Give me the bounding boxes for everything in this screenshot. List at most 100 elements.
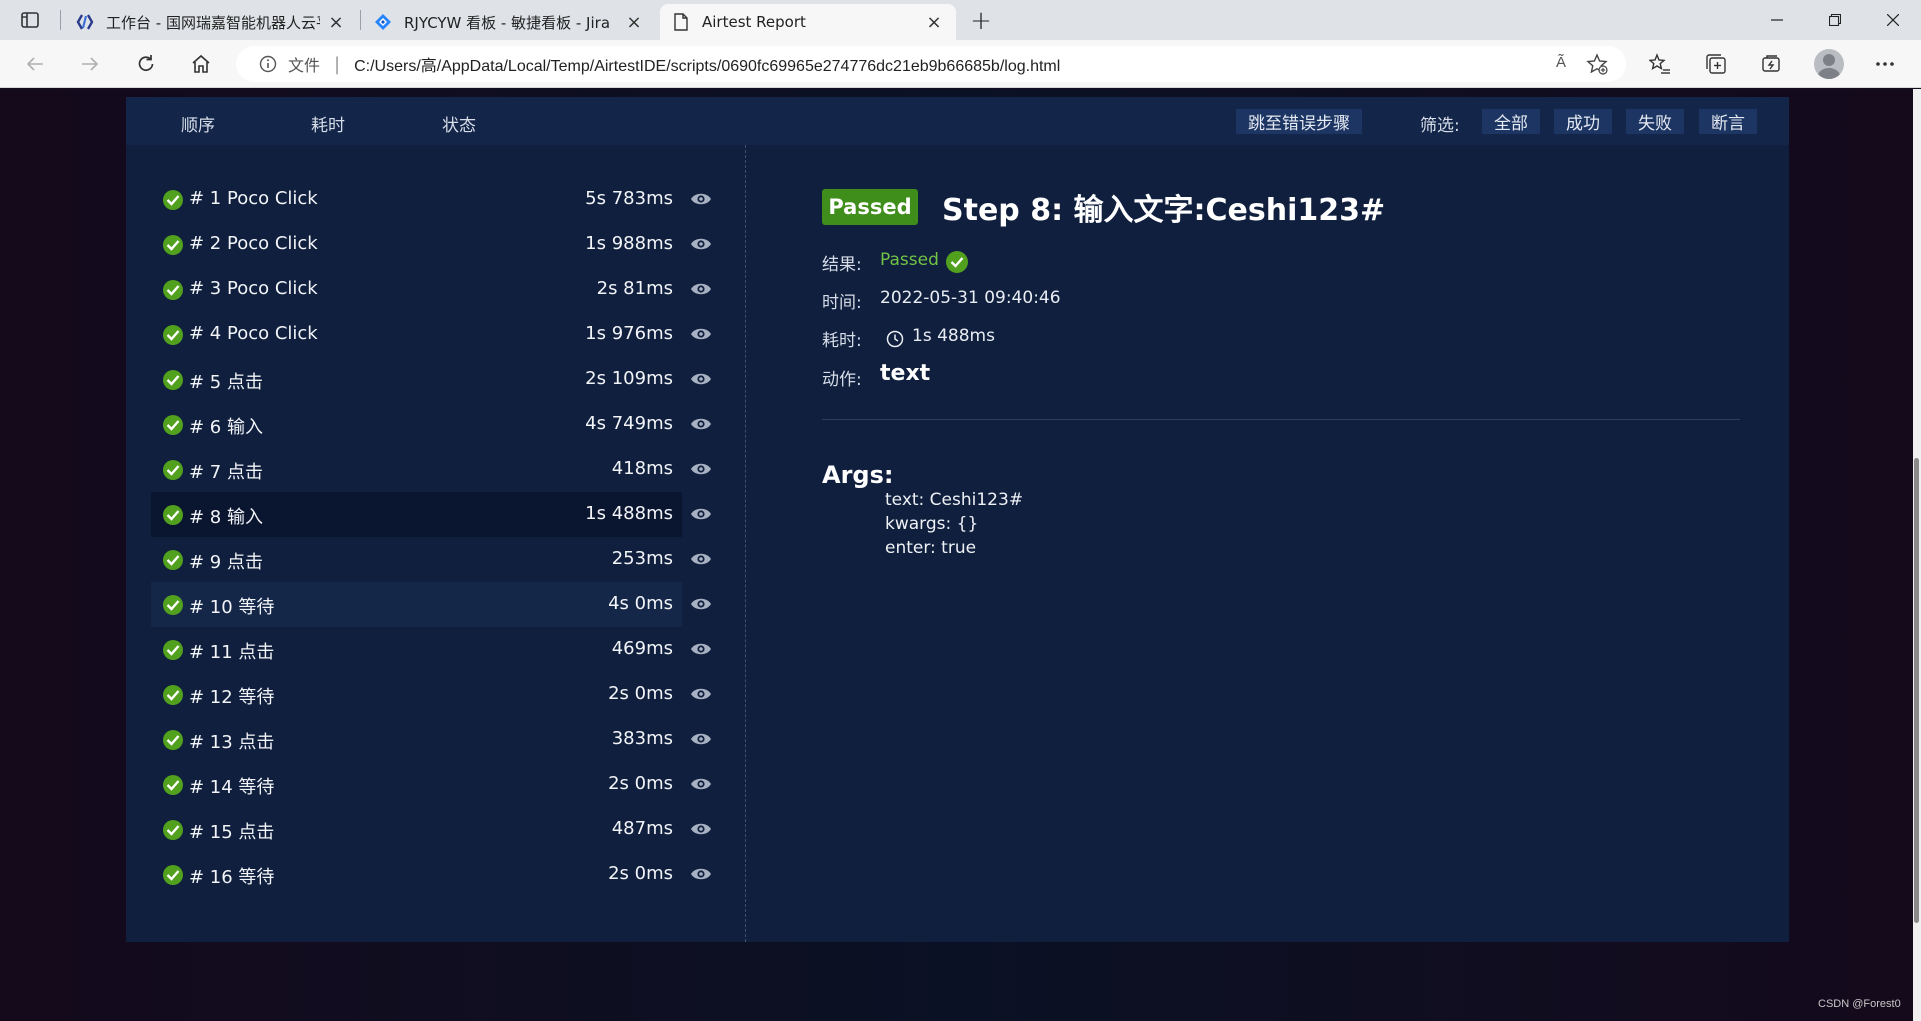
step-row[interactable]: # 10 等待 4s 0ms bbox=[151, 582, 711, 627]
scrollbar-thumb[interactable] bbox=[1914, 458, 1919, 923]
step-title: # 3 Poco Click bbox=[189, 278, 318, 299]
read-aloud-icon[interactable]: Ã bbox=[1556, 54, 1566, 71]
step-duration: 5s 783ms bbox=[585, 188, 673, 209]
more-horizontal-icon bbox=[1876, 62, 1894, 66]
eye-icon[interactable] bbox=[690, 641, 712, 657]
close-tab-icon[interactable]: × bbox=[924, 12, 944, 33]
step-title: # 2 Poco Click bbox=[189, 233, 318, 254]
close-tab-icon[interactable]: × bbox=[624, 12, 644, 33]
tab-actions-button[interactable] bbox=[14, 8, 46, 32]
eye-icon[interactable] bbox=[690, 596, 712, 612]
step-row[interactable]: # 14 等待 2s 0ms bbox=[151, 762, 711, 807]
browser-toolbar: 文件 | C:/Users/高/AppData/Local/Temp/Airte… bbox=[0, 40, 1921, 88]
filter-success-button[interactable]: 成功 bbox=[1554, 109, 1612, 134]
sort-by-duration[interactable]: 耗时 bbox=[311, 111, 345, 136]
close-window-button[interactable] bbox=[1864, 0, 1921, 40]
collections-icon bbox=[1706, 54, 1726, 74]
tab-workbench[interactable]: 工作台 - 国网瑞嘉智能机器人云平 × bbox=[64, 4, 358, 40]
step-row[interactable]: # 12 等待 2s 0ms bbox=[151, 672, 711, 717]
step-duration: 2s 0ms bbox=[608, 863, 673, 884]
step-row[interactable]: # 6 输入 4s 749ms bbox=[151, 402, 711, 447]
home-button[interactable] bbox=[186, 49, 216, 79]
robot-cloud-favicon-icon bbox=[76, 13, 94, 31]
address-divider: | bbox=[334, 53, 341, 75]
close-icon bbox=[1887, 14, 1899, 26]
passed-check-icon bbox=[163, 280, 183, 300]
step-row[interactable]: # 7 点击 418ms bbox=[151, 447, 711, 492]
tab-jira[interactable]: RJYCYW 看板 - 敏捷看板 - Jira × bbox=[362, 4, 656, 40]
add-favorite-icon[interactable] bbox=[1586, 53, 1608, 75]
step-duration: 253ms bbox=[611, 548, 673, 569]
step-row[interactable]: # 15 点击 487ms bbox=[151, 807, 711, 852]
step-row[interactable]: # 5 点击 2s 109ms bbox=[151, 357, 711, 402]
filter-all-button[interactable]: 全部 bbox=[1482, 109, 1540, 134]
address-bar[interactable]: 文件 | C:/Users/高/AppData/Local/Temp/Airte… bbox=[236, 46, 1626, 82]
back-button[interactable] bbox=[20, 49, 50, 79]
sort-by-status[interactable]: 状态 bbox=[442, 111, 476, 136]
performance-button[interactable] bbox=[1759, 52, 1783, 76]
step-row[interactable]: # 2 Poco Click 1s 988ms bbox=[151, 222, 711, 267]
step-row[interactable]: # 1 Poco Click 5s 783ms bbox=[151, 177, 711, 222]
detail-divider bbox=[822, 419, 1740, 420]
new-tab-button[interactable]: + bbox=[966, 6, 996, 36]
time-label: 时间: bbox=[822, 293, 862, 313]
refresh-icon bbox=[138, 55, 154, 72]
eye-icon[interactable] bbox=[690, 866, 712, 882]
site-info-icon[interactable] bbox=[258, 54, 278, 74]
page-viewport: 顺序 耗时 状态 跳至错误步骤 筛选: 全部 成功 失败 断言 # 1 Poco… bbox=[0, 89, 1921, 1021]
eye-icon[interactable] bbox=[690, 821, 712, 837]
step-row[interactable]: # 13 点击 383ms bbox=[151, 717, 711, 762]
eye-icon[interactable] bbox=[690, 776, 712, 792]
favorites-button[interactable] bbox=[1648, 52, 1672, 76]
step-detail-title: Step 8: 输入文字:Ceshi123# bbox=[942, 193, 1386, 228]
jump-to-error-button[interactable]: 跳至错误步骤 bbox=[1236, 109, 1362, 134]
eye-icon[interactable] bbox=[690, 731, 712, 747]
eye-icon[interactable] bbox=[690, 686, 712, 702]
passed-check-icon bbox=[163, 415, 183, 435]
passed-check-icon bbox=[163, 190, 183, 210]
close-tab-icon[interactable]: × bbox=[326, 12, 346, 33]
eye-icon[interactable] bbox=[690, 461, 712, 477]
step-title: # 11 点击 bbox=[189, 642, 275, 663]
step-title: # 9 点击 bbox=[189, 552, 263, 573]
minimize-button[interactable] bbox=[1748, 0, 1806, 40]
step-title: # 10 等待 bbox=[189, 597, 275, 618]
step-title: # 8 输入 bbox=[189, 507, 263, 528]
action-label: 动作: bbox=[822, 370, 862, 390]
step-duration: 469ms bbox=[611, 638, 673, 659]
forward-button[interactable] bbox=[75, 49, 105, 79]
profile-avatar[interactable] bbox=[1814, 49, 1844, 79]
passed-check-icon bbox=[163, 775, 183, 795]
step-row[interactable]: # 3 Poco Click 2s 81ms bbox=[151, 267, 711, 312]
eye-icon[interactable] bbox=[690, 236, 712, 252]
restore-button[interactable] bbox=[1806, 0, 1864, 40]
passed-check-icon bbox=[163, 685, 183, 705]
eye-icon[interactable] bbox=[690, 326, 712, 342]
collections-button[interactable] bbox=[1704, 52, 1728, 76]
tab-title: 工作台 - 国网瑞嘉智能机器人云平 bbox=[106, 13, 320, 32]
eye-icon[interactable] bbox=[690, 371, 712, 387]
step-row[interactable]: # 16 等待 2s 0ms bbox=[151, 852, 711, 897]
step-duration: 383ms bbox=[611, 728, 673, 749]
filter-assert-button[interactable]: 断言 bbox=[1699, 109, 1757, 134]
step-row[interactable]: # 4 Poco Click 1s 976ms bbox=[151, 312, 711, 357]
duration-value: 1s 488ms bbox=[912, 326, 995, 346]
passed-check-icon bbox=[163, 595, 183, 615]
eye-icon[interactable] bbox=[690, 191, 712, 207]
eye-icon[interactable] bbox=[690, 551, 712, 567]
step-row[interactable]: # 9 点击 253ms bbox=[151, 537, 711, 582]
settings-more-button[interactable] bbox=[1873, 52, 1897, 76]
filter-fail-button[interactable]: 失败 bbox=[1626, 109, 1684, 134]
sort-by-order[interactable]: 顺序 bbox=[181, 111, 215, 136]
scheme-label: 文件 bbox=[288, 56, 321, 75]
eye-icon[interactable] bbox=[690, 416, 712, 432]
url-text[interactable]: C:/Users/高/AppData/Local/Temp/AirtestIDE… bbox=[354, 52, 1060, 76]
duration-label: 耗时: bbox=[822, 331, 862, 351]
step-row[interactable]: # 11 点击 469ms bbox=[151, 627, 711, 672]
step-row-selected[interactable]: # 8 输入 1s 488ms bbox=[151, 492, 711, 537]
eye-icon[interactable] bbox=[690, 281, 712, 297]
passed-check-icon bbox=[946, 251, 968, 273]
refresh-button[interactable] bbox=[131, 49, 161, 79]
tab-airtest-report[interactable]: Airtest Report × bbox=[660, 4, 956, 40]
eye-icon[interactable] bbox=[690, 506, 712, 522]
